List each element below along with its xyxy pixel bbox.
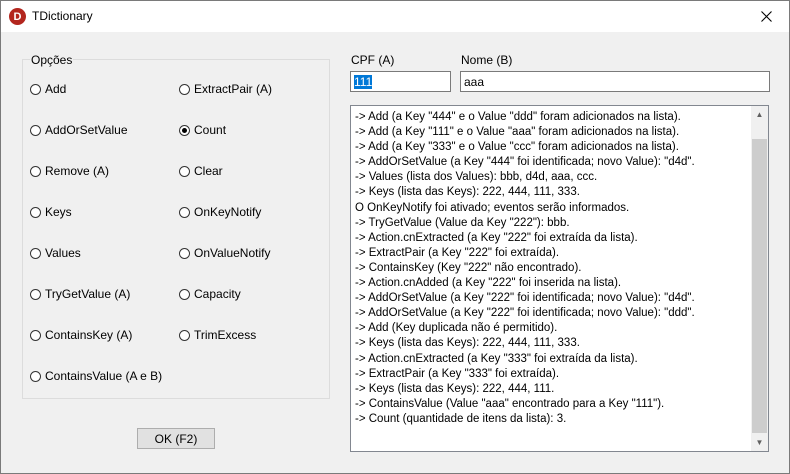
radio-circle[interactable]	[179, 165, 190, 177]
log-line: -> Action.cnExtracted (a Key "222" foi e…	[355, 231, 638, 244]
radio-keys[interactable]: Keys	[30, 204, 72, 220]
radio-label: Clear	[194, 164, 223, 178]
log-line: -> ContainsKey (Key "222" não encontrado…	[355, 261, 582, 274]
radio-circle[interactable]	[179, 247, 190, 259]
radio-values[interactable]: Values	[30, 245, 81, 261]
scroll-thumb[interactable]	[752, 139, 767, 433]
radio-label: TrimExcess	[194, 328, 257, 342]
radio-circle[interactable]	[30, 83, 41, 95]
radio-label: ContainsValue (A e B)	[45, 369, 163, 383]
radio-containsvalue[interactable]: ContainsValue (A e B)	[30, 368, 162, 384]
ok-button[interactable]: OK (F2)	[137, 428, 215, 449]
log-line: -> Add (a Key "333" e o Value "ccc" fora…	[355, 141, 679, 154]
radio-label: Add	[45, 82, 67, 96]
nome-input-value: aaa	[464, 75, 485, 89]
log-line: -> ContainsValue (Value "aaa" encontrado…	[355, 397, 665, 410]
dialog-window: D TDictionary Opções Add AddOrSetValue R…	[0, 0, 790, 474]
radio-circle[interactable]	[30, 165, 41, 177]
log-line: -> TryGetValue (Value da Key "222"): bbb…	[355, 216, 570, 229]
log-scrollbar[interactable]: ▲ ▼	[751, 106, 768, 451]
radio-label: AddOrSetValue	[45, 123, 128, 137]
radio-label: Values	[45, 246, 81, 260]
radio-circle-selected[interactable]	[179, 124, 190, 136]
close-icon	[760, 11, 772, 22]
title-bar[interactable]: D TDictionary	[1, 1, 789, 32]
radio-label: Keys	[45, 205, 72, 219]
app-icon: D	[9, 8, 26, 25]
log-line: -> Values (lista dos Values): bbb, d4d, …	[355, 171, 598, 184]
cpf-label: CPF (A)	[351, 53, 395, 67]
radio-label: Remove (A)	[45, 164, 110, 178]
radio-label: Count	[194, 123, 227, 137]
radio-circle[interactable]	[30, 206, 41, 218]
radio-circle[interactable]	[179, 83, 190, 95]
log-line: -> ExtractPair (a Key "333" foi extraída…	[355, 367, 560, 380]
window-title: TDictionary	[32, 9, 93, 23]
radio-circle[interactable]	[30, 124, 41, 136]
radio-circle[interactable]	[30, 288, 41, 300]
radio-onkeynotify[interactable]: OnKeyNotify	[179, 204, 261, 220]
options-group-label: Opções	[30, 53, 74, 67]
log-line: -> Count (quantidade de itens da lista):…	[355, 412, 567, 425]
scroll-up-icon[interactable]: ▲	[751, 106, 768, 123]
radio-circle[interactable]	[179, 288, 190, 300]
radio-onvaluenotify[interactable]: OnValueNotify	[179, 245, 270, 261]
close-button[interactable]	[743, 1, 789, 32]
log-line: -> ExtractPair (a Key "222" foi extraída…	[355, 246, 560, 259]
radio-circle[interactable]	[179, 206, 190, 218]
log-line: -> Keys (lista das Keys): 222, 444, 111.	[355, 382, 555, 395]
log-line: -> Keys (lista das Keys): 222, 444, 111,…	[355, 337, 580, 350]
radio-remove[interactable]: Remove (A)	[30, 163, 109, 179]
radio-extractpair[interactable]: ExtractPair (A)	[179, 81, 272, 97]
cpf-input[interactable]: 111	[350, 71, 451, 92]
radio-circle[interactable]	[30, 329, 41, 341]
radio-circle[interactable]	[179, 329, 190, 341]
log-line: -> Add (a Key "444" e o Value "ddd" fora…	[355, 111, 681, 123]
scroll-down-icon[interactable]: ▼	[751, 434, 768, 451]
radio-containskey[interactable]: ContainsKey (A)	[30, 327, 132, 343]
log-memo[interactable]: -> Add (a Key "444" e o Value "ddd" fora…	[350, 105, 769, 452]
cpf-input-value: 111	[354, 75, 373, 89]
log-line: O OnKeyNotify foi ativado; eventos serão…	[355, 201, 630, 214]
log-line: -> Action.cnAdded (a Key "222" foi inser…	[355, 277, 622, 290]
radio-capacity[interactable]: Capacity	[179, 286, 241, 302]
log-line: -> AddOrSetValue (a Key "222" foi identi…	[355, 307, 695, 320]
radio-label: Capacity	[194, 287, 241, 301]
log-line: -> Add (a Key "111" e o Value "aaa" fora…	[355, 126, 680, 139]
log-line: -> Add (Key duplicada não é permitido).	[355, 322, 558, 335]
nome-input[interactable]: aaa	[460, 71, 770, 92]
radio-add[interactable]: Add	[30, 81, 66, 97]
radio-circle[interactable]	[30, 370, 41, 382]
log-line: -> Action.cnExtracted (a Key "333" foi e…	[355, 352, 638, 365]
log-line: -> AddOrSetValue (a Key "444" foi identi…	[355, 156, 695, 169]
nome-label: Nome (B)	[461, 53, 513, 67]
log-lines: -> Add (a Key "444" e o Value "ddd" fora…	[355, 110, 750, 427]
radio-label: ExtractPair (A)	[194, 82, 273, 96]
radio-label: OnValueNotify	[194, 246, 271, 260]
log-line: -> AddOrSetValue (a Key "222" foi identi…	[355, 292, 695, 305]
radio-circle[interactable]	[30, 247, 41, 259]
log-line: -> Keys (lista das Keys): 222, 444, 111,…	[355, 186, 580, 199]
radio-count[interactable]: Count	[179, 122, 226, 138]
radio-addorsetvalue[interactable]: AddOrSetValue	[30, 122, 128, 138]
radio-label: OnKeyNotify	[194, 205, 262, 219]
radio-trygetvalue[interactable]: TryGetValue (A)	[30, 286, 130, 302]
radio-clear[interactable]: Clear	[179, 163, 223, 179]
radio-label: ContainsKey (A)	[45, 328, 133, 342]
radio-trimexcess[interactable]: TrimExcess	[179, 327, 256, 343]
options-group	[22, 59, 330, 399]
radio-label: TryGetValue (A)	[45, 287, 131, 301]
